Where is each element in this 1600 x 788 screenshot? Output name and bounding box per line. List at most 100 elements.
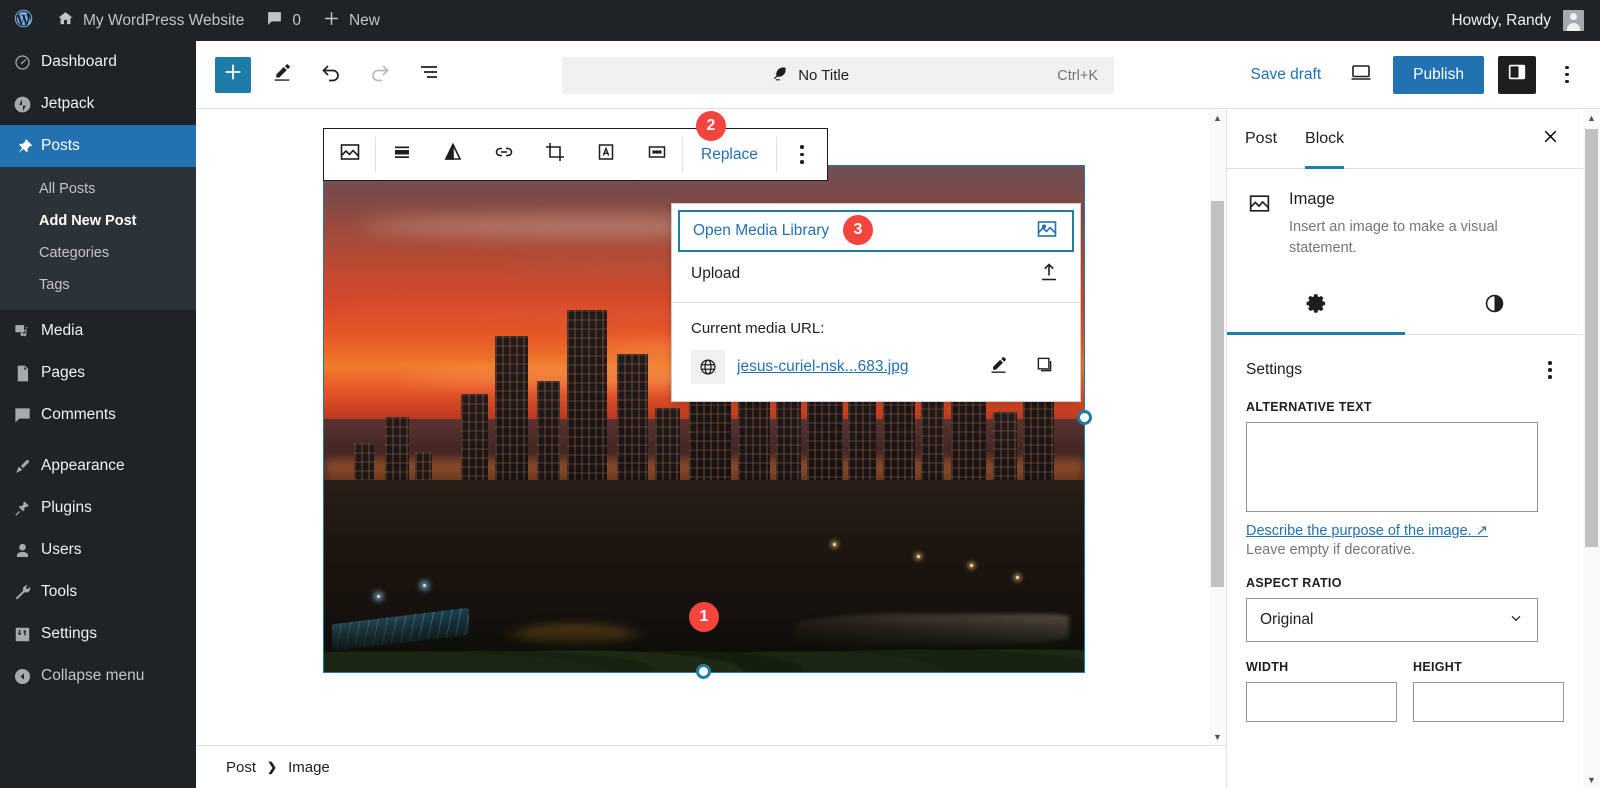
block-options-button[interactable] <box>777 129 827 180</box>
document-title-bar[interactable]: No Title Ctrl+K <box>562 57 1114 94</box>
submenu-label: Add New Post <box>39 213 137 229</box>
close-sidebar-button[interactable] <box>1531 120 1569 158</box>
sidebar-item-media[interactable]: Media <box>0 310 196 352</box>
sidebar-item-comments[interactable]: Comments <box>0 394 196 436</box>
preview-button[interactable] <box>1343 57 1379 93</box>
sidebar-item-appearance[interactable]: Appearance <box>0 445 196 487</box>
width-field-group: WIDTH <box>1246 660 1397 723</box>
canvas-scrollbar[interactable]: ▲ ▼ <box>1209 109 1226 745</box>
replace-button[interactable]: Replace <box>683 129 776 180</box>
tab-block[interactable]: Block <box>1305 109 1345 169</box>
edit-tool-button[interactable] <box>264 57 300 93</box>
filter-button[interactable] <box>427 129 478 180</box>
height-input[interactable] <box>1413 682 1564 723</box>
comments-button[interactable]: 0 <box>255 0 312 41</box>
tab-post[interactable]: Post <box>1245 109 1277 169</box>
sidebar-item-label: Comments <box>41 406 116 423</box>
site-name-button[interactable]: My WordPress Website <box>46 0 255 41</box>
badge-number: 3 <box>853 221 863 238</box>
sidebar-item-settings[interactable]: Settings <box>0 613 196 655</box>
collapse-arrow-icon <box>13 667 41 686</box>
add-text-button[interactable] <box>580 129 631 180</box>
open-media-library-label-wrap: Open Media Library <box>693 222 829 240</box>
settings-sidebar-toggle[interactable] <box>1498 55 1536 94</box>
replace-label: Replace <box>701 145 758 163</box>
comment-bubble-icon <box>13 406 41 425</box>
breadcrumb-post[interactable]: Post <box>226 759 256 776</box>
undo-button[interactable] <box>313 57 349 93</box>
block-toolbar: Replace <box>323 128 828 181</box>
new-content-button[interactable]: New <box>312 0 391 41</box>
more-styles-button[interactable] <box>631 129 682 180</box>
admin-bar: My WordPress Website 0 New Howdy, Randy <box>0 0 1600 41</box>
inspector-scroll-up-arrow[interactable]: ▲ <box>1583 109 1600 126</box>
inspector-scrollbar[interactable]: ▲ ▼ <box>1583 109 1600 788</box>
badge-number: 1 <box>699 608 709 625</box>
submenu-label: All Posts <box>39 181 96 197</box>
canvas-scroll-down-arrow[interactable]: ▼ <box>1209 728 1226 745</box>
alt-text-input[interactable] <box>1246 422 1538 513</box>
sidebar-item-categories[interactable]: Categories <box>0 237 196 269</box>
settings-options-button[interactable] <box>1534 354 1566 386</box>
link-button[interactable] <box>478 129 529 180</box>
text-over-image-icon <box>594 140 618 169</box>
howdy-label: Howdy, Randy <box>1451 11 1551 29</box>
sidebar-item-users[interactable]: Users <box>0 529 196 571</box>
describe-purpose-link[interactable]: Describe the purpose of the image. ↗ <box>1227 512 1583 539</box>
settings-tab[interactable] <box>1227 277 1405 336</box>
globe-icon <box>691 350 725 384</box>
redo-button[interactable] <box>362 57 398 93</box>
collapse-menu-button[interactable]: Collapse menu <box>0 655 196 697</box>
copy-url-button[interactable] <box>1027 350 1061 384</box>
canvas-scroll-up-arrow[interactable]: ▲ <box>1209 109 1226 126</box>
add-block-button[interactable] <box>215 56 251 93</box>
wordpress-logo-button[interactable] <box>0 0 46 41</box>
sidebar-item-jetpack[interactable]: Jetpack <box>0 83 196 125</box>
save-draft-button[interactable]: Save draft <box>1243 60 1330 90</box>
tab-block-label: Block <box>1305 129 1345 147</box>
describe-purpose-label: Describe the purpose of the image. <box>1246 523 1472 540</box>
crop-button[interactable] <box>529 129 580 180</box>
document-title-center: No Title <box>562 64 1057 87</box>
editor-header-tools <box>196 56 447 93</box>
editor-options-button[interactable] <box>1550 56 1584 94</box>
width-label: WIDTH <box>1246 660 1289 675</box>
sidebar-item-posts[interactable]: Posts <box>0 125 196 167</box>
block-type-image[interactable] <box>324 129 375 180</box>
sidebar-item-tags[interactable]: Tags <box>0 269 196 301</box>
inspector-scroll-down-arrow[interactable]: ▼ <box>1583 771 1600 788</box>
edit-url-button[interactable] <box>981 350 1015 384</box>
kebab-menu-icon <box>1548 361 1552 365</box>
admin-sidebar: Dashboard Jetpack Posts All Posts Add Ne… <box>0 41 196 788</box>
inspector-icon-tabs <box>1227 277 1583 336</box>
canvas-scroll-thumb[interactable] <box>1211 201 1224 587</box>
editor-header: No Title Ctrl+K Save draft Publish <box>196 41 1600 109</box>
posts-submenu: All Posts Add New Post Categories Tags <box>0 167 196 310</box>
collapse-menu-label: Collapse menu <box>41 667 145 684</box>
inspector-scroll-thumb[interactable] <box>1585 129 1598 547</box>
resize-handle-right[interactable] <box>1077 410 1092 425</box>
list-view-button[interactable] <box>411 57 447 93</box>
publish-button[interactable]: Publish <box>1393 55 1484 94</box>
sidebar-item-dashboard[interactable]: Dashboard <box>0 41 196 83</box>
sidebar-item-label: Settings <box>41 625 98 642</box>
styles-tab[interactable] <box>1405 277 1583 334</box>
sidebar-item-tools[interactable]: Tools <box>0 571 196 613</box>
account-menu-button[interactable]: Howdy, Randy <box>1440 0 1600 41</box>
aspect-ratio-select[interactable]: Original <box>1246 598 1538 643</box>
sidebar-item-pages[interactable]: Pages <box>0 352 196 394</box>
desktop-preview-icon <box>1349 60 1373 89</box>
sidebar-item-add-new-post[interactable]: Add New Post <box>0 205 196 237</box>
sidebar-item-all-posts[interactable]: All Posts <box>0 173 196 205</box>
current-media-url-link[interactable]: jesus-curiel-nsk...683.jpg <box>737 358 969 376</box>
breadcrumb-image[interactable]: Image <box>288 759 330 776</box>
align-button[interactable] <box>376 129 427 180</box>
avatar <box>1563 10 1584 31</box>
open-media-library-option[interactable]: Open Media Library <box>678 210 1074 252</box>
dashboard-gauge-icon <box>13 53 41 72</box>
sidebar-item-label: Pages <box>41 364 85 381</box>
sidebar-item-plugins[interactable]: Plugins <box>0 487 196 529</box>
resize-handle-bottom[interactable] <box>696 664 711 679</box>
upload-option[interactable]: Upload <box>672 252 1080 296</box>
width-input[interactable] <box>1246 682 1397 723</box>
